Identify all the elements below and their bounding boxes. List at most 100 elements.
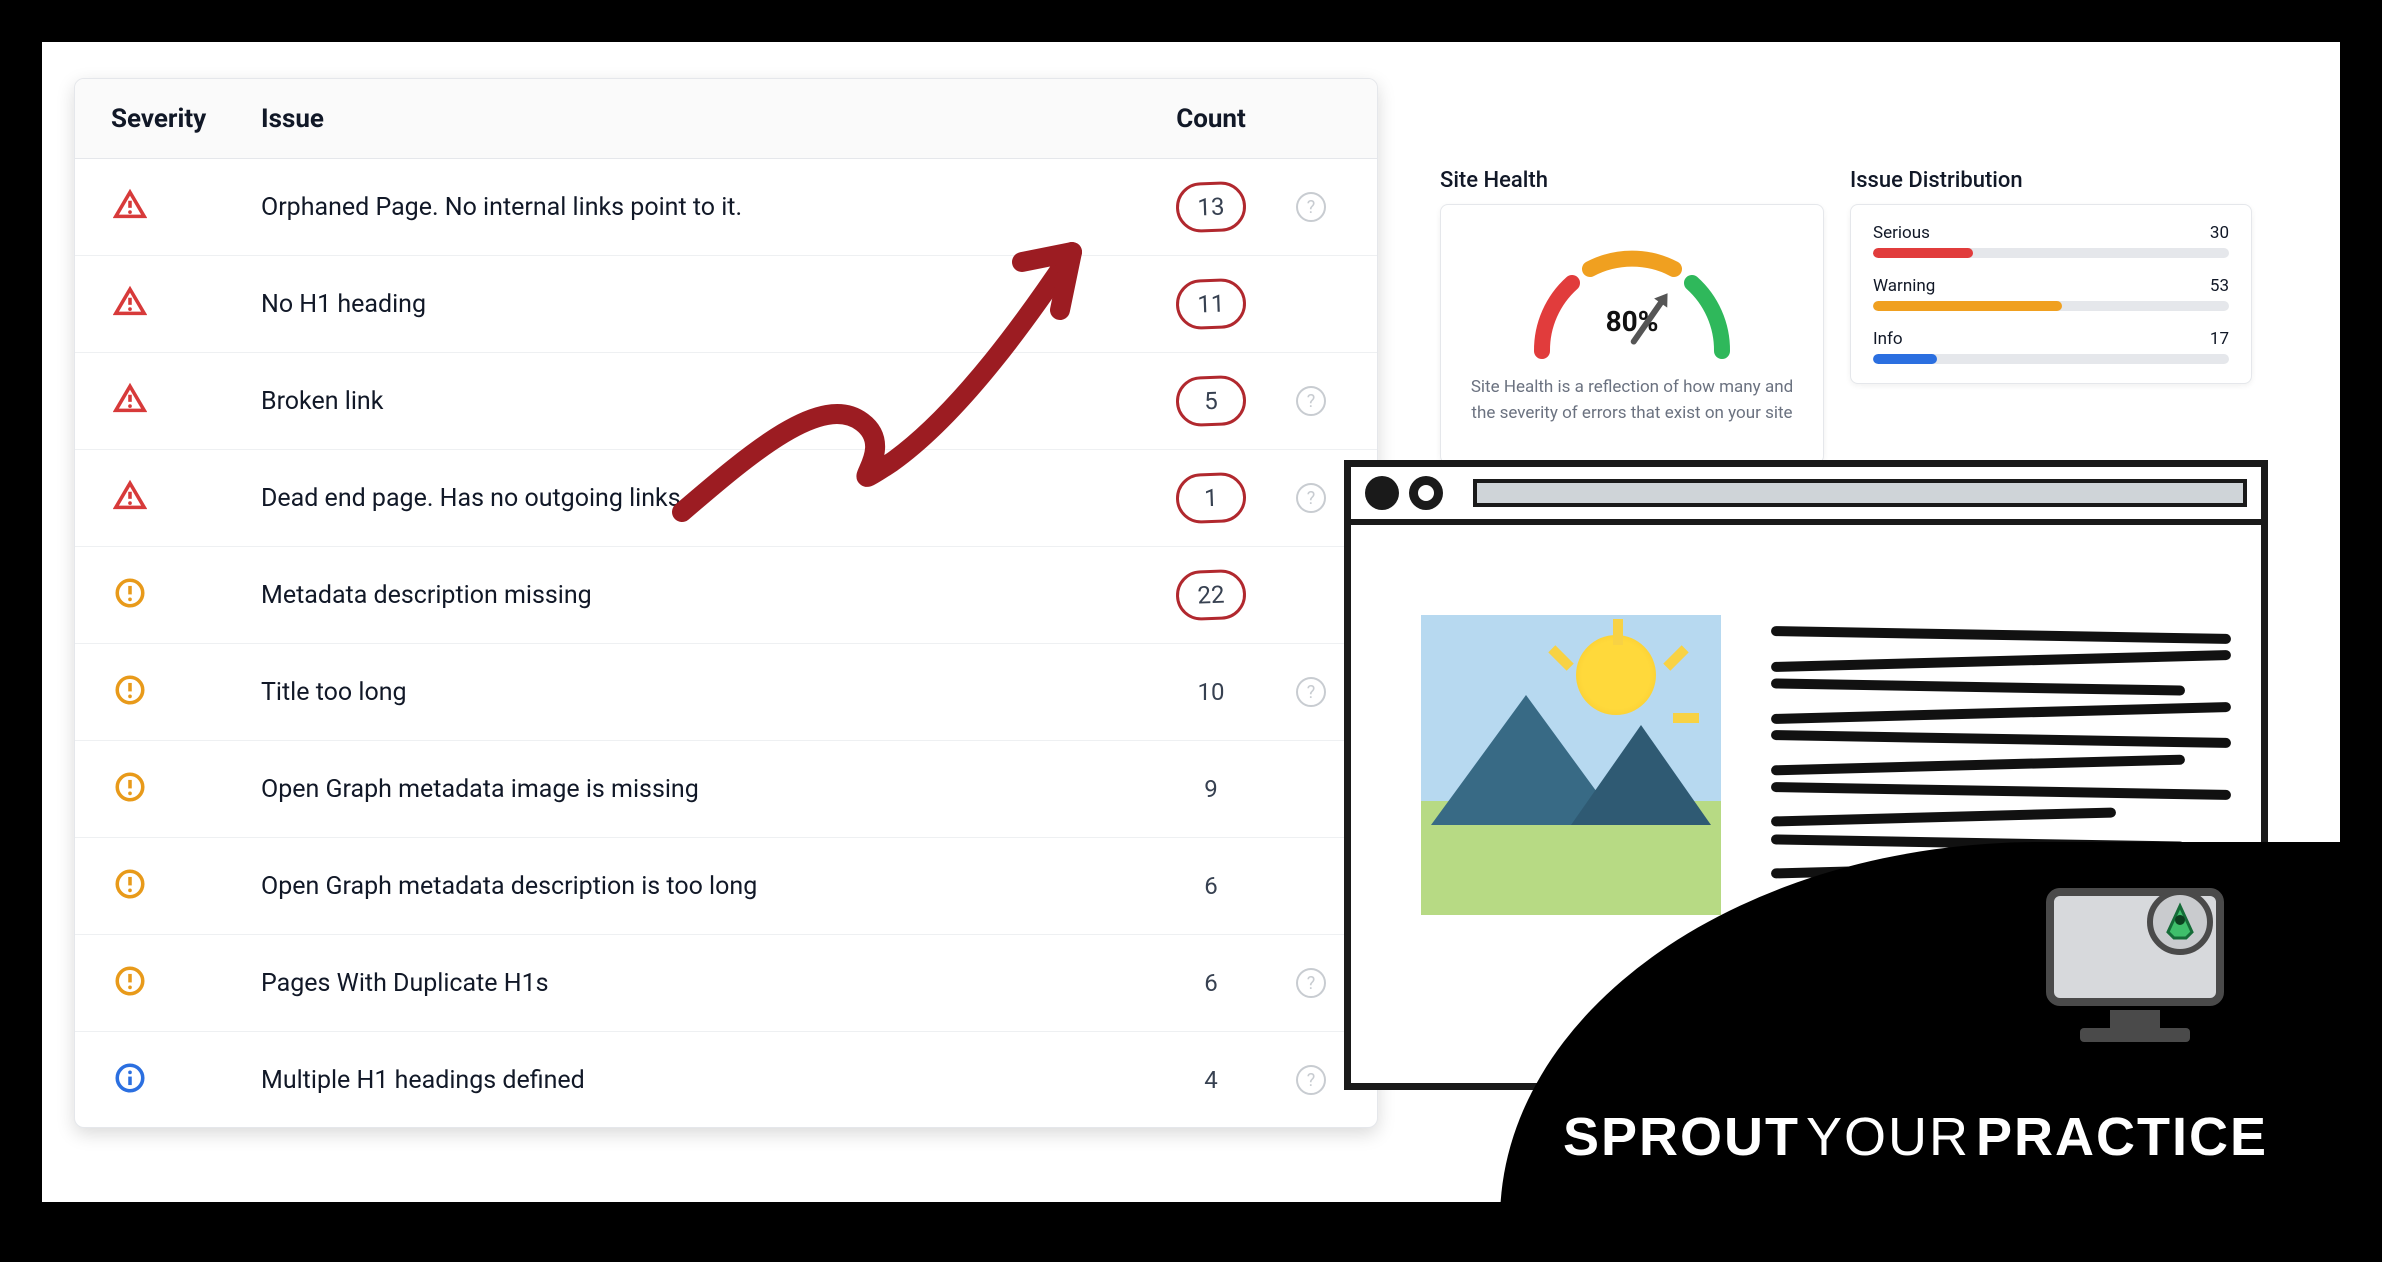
help-cell: ? <box>1281 677 1341 707</box>
help-icon[interactable]: ? <box>1296 192 1326 222</box>
severity-cell <box>111 865 261 908</box>
issues-table: Severity Issue Count Orphaned Page. No i… <box>74 78 1378 1128</box>
help-cell: ? <box>1281 386 1341 416</box>
alert-circle-icon <box>111 768 149 806</box>
dist-count: 30 <box>2210 223 2229 243</box>
help-icon[interactable]: ? <box>1296 968 1326 998</box>
table-row[interactable]: Open Graph metadata description is too l… <box>75 838 1377 935</box>
alert-circle-icon <box>111 865 149 903</box>
image-placeholder-icon <box>1421 615 1721 915</box>
count-cell: 6 <box>1141 958 1281 1008</box>
alert-circle-icon <box>111 671 149 709</box>
count-value: 9 <box>1176 764 1246 814</box>
distribution-row: Info 17 <box>1873 329 2229 364</box>
site-health-percent: 80% <box>1512 305 1752 338</box>
header-severity[interactable]: Severity <box>111 104 261 134</box>
info-circle-icon <box>111 1059 149 1097</box>
issue-cell: Dead end page. Has no outgoing links. <box>261 484 1141 513</box>
issue-distribution-card: Serious30 Warning 53 Info 17 <box>1850 204 2252 384</box>
table-row[interactable]: Orphaned Page. No internal links point t… <box>75 159 1377 256</box>
count-value: 10 <box>1176 667 1246 717</box>
table-header-row: Severity Issue Count <box>75 79 1377 159</box>
severity-cell <box>111 671 261 714</box>
alert-circle-icon <box>111 574 149 612</box>
help-cell: ? <box>1281 1065 1341 1095</box>
brand-word-2: YOUR <box>1806 1106 1970 1168</box>
traffic-dot-icon <box>1409 476 1443 510</box>
help-icon[interactable]: ? <box>1296 677 1326 707</box>
brand-wordmark: SPROUT YOUR PRACTICE <box>1563 1106 2268 1168</box>
issue-cell: Title too long <box>261 678 1141 707</box>
issue-cell: Pages With Duplicate H1s <box>261 969 1141 998</box>
count-value: 6 <box>1176 861 1246 911</box>
count-cell: 4 <box>1141 1055 1281 1105</box>
issue-cell: Broken link <box>261 387 1141 416</box>
count-cell: 10 <box>1141 667 1281 717</box>
issue-cell: Open Graph metadata description is too l… <box>261 872 1141 901</box>
severity-cell <box>111 768 261 811</box>
count-value: 11 <box>1175 278 1247 330</box>
issue-text: Open Graph metadata image is missing <box>261 775 699 804</box>
table-row[interactable]: Open Graph metadata image is missing 9 <box>75 741 1377 838</box>
count-cell: 11 <box>1141 279 1281 329</box>
issue-distribution-title: Issue Distribution <box>1850 168 2023 193</box>
severity-cell <box>111 283 261 326</box>
browser-titlebar <box>1351 467 2261 525</box>
canvas: Severity Issue Count Orphaned Page. No i… <box>42 42 2340 1202</box>
count-value: 4 <box>1176 1055 1246 1105</box>
dist-bar <box>1873 354 2229 364</box>
table-row[interactable]: Pages With Duplicate H1s 6? <box>75 935 1377 1032</box>
count-cell: 6 <box>1141 861 1281 911</box>
count-cell: 22 <box>1141 570 1281 620</box>
table-row[interactable]: Broken link5? <box>75 353 1377 450</box>
table-row[interactable]: Dead end page. Has no outgoing links. 1? <box>75 450 1377 547</box>
issue-cell: Metadata description missing <box>261 581 1141 610</box>
monitor-rocket-icon <box>2040 882 2230 1052</box>
alert-circle-icon <box>111 962 149 1000</box>
count-cell: 13 <box>1141 182 1281 232</box>
dist-label: Info <box>1873 329 1903 349</box>
table-row[interactable]: No H1 heading 11 <box>75 256 1377 353</box>
table-row[interactable]: Metadata description missing 22 <box>75 547 1377 644</box>
site-health-gauge: 80% <box>1512 233 1752 363</box>
table-row[interactable]: Multiple H1 headings defined 4? <box>75 1032 1377 1128</box>
dist-count: 17 <box>2210 329 2229 349</box>
issue-text: Open Graph metadata description is too l… <box>261 872 757 901</box>
issue-text: Orphaned Page. No internal links point t… <box>261 193 742 222</box>
count-cell: 1 <box>1141 473 1281 523</box>
site-health-title: Site Health <box>1440 168 1548 193</box>
severity-cell <box>111 574 261 617</box>
issue-text: Dead end page. Has no outgoing links. <box>261 484 687 513</box>
count-value: 22 <box>1175 569 1247 621</box>
help-icon[interactable]: ? <box>1296 483 1326 513</box>
count-value: 13 <box>1175 181 1247 233</box>
dist-count: 53 <box>2210 276 2229 296</box>
issue-text: Broken link <box>261 387 383 416</box>
help-icon[interactable]: ? <box>1296 1065 1326 1095</box>
distribution-row: Serious30 <box>1873 223 2229 258</box>
issue-text: No H1 heading <box>261 290 426 319</box>
help-icon[interactable]: ? <box>1296 386 1326 416</box>
dist-bar <box>1873 248 2229 258</box>
severity-cell <box>111 380 261 423</box>
brand-word-1: SPROUT <box>1563 1106 1800 1168</box>
issue-text: Title too long <box>261 678 407 707</box>
site-health-caption: Site Health is a reflection of how many … <box>1463 375 1801 426</box>
issue-text: Pages With Duplicate H1s <box>261 969 549 998</box>
header-count[interactable]: Count <box>1141 104 1281 134</box>
table-row[interactable]: Title too long 10? <box>75 644 1377 741</box>
address-bar[interactable] <box>1473 479 2247 507</box>
issue-cell: Open Graph metadata image is missing <box>261 775 1141 804</box>
alert-triangle-icon <box>111 477 149 515</box>
count-cell: 9 <box>1141 764 1281 814</box>
issue-text: Metadata description missing <box>261 581 592 610</box>
dist-label: Warning <box>1873 276 1935 296</box>
help-cell: ? <box>1281 968 1341 998</box>
count-value: 1 <box>1175 472 1247 524</box>
header-issue[interactable]: Issue <box>261 104 1141 134</box>
help-cell: ? <box>1281 483 1341 513</box>
table-body: Orphaned Page. No internal links point t… <box>75 159 1377 1128</box>
issue-text: Multiple H1 headings defined <box>261 1066 585 1095</box>
severity-cell <box>111 1059 261 1102</box>
dist-bar <box>1873 301 2229 311</box>
